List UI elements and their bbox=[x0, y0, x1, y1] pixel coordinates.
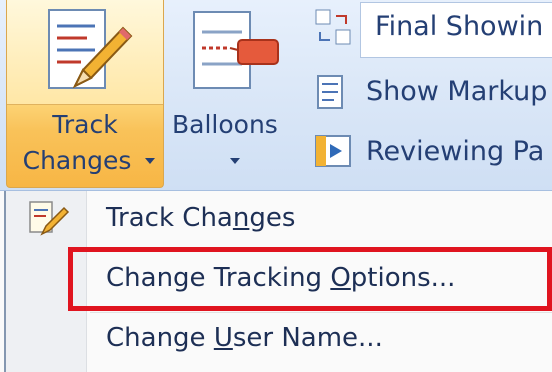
menu-separator bbox=[90, 312, 552, 313]
menu-item-text: ges bbox=[249, 203, 296, 233]
show-markup-button[interactable]: Show Markup bbox=[312, 70, 552, 116]
track-changes-button-top[interactable] bbox=[7, 0, 163, 105]
menu-item-text: ser Name... bbox=[232, 323, 383, 353]
balloons-icon bbox=[193, 11, 279, 89]
menu-item-change-user-name[interactable]: Change User Name... bbox=[106, 323, 383, 353]
track-changes-label-line2: Changes bbox=[22, 146, 132, 175]
highlight-box bbox=[68, 247, 552, 311]
chevron-down-icon[interactable] bbox=[145, 158, 155, 166]
balloons-label: Balloons bbox=[172, 110, 278, 139]
reviewing-pane-icon bbox=[315, 135, 351, 167]
menu-item-text: Change bbox=[106, 323, 214, 353]
track-changes-icon bbox=[29, 201, 70, 236]
access-key: n bbox=[232, 203, 250, 233]
track-changes-pencil-icon bbox=[48, 9, 133, 89]
final-showing-label: Final Showin bbox=[375, 11, 544, 42]
track-changes-label-line1: Track bbox=[52, 110, 118, 139]
menu-item-text: Track Cha bbox=[106, 203, 233, 233]
review-ribbon: Track Changes Balloons Final Showin Show… bbox=[0, 0, 552, 191]
balloons-button[interactable]: Balloons bbox=[170, 0, 300, 188]
reviewing-pane-label: Reviewing Pa bbox=[366, 136, 545, 167]
menu-item-track-changes[interactable]: Track Changes bbox=[106, 203, 295, 233]
display-for-review-dropdown[interactable]: Final Showin bbox=[360, 2, 552, 58]
chevron-down-icon[interactable] bbox=[230, 158, 240, 166]
show-markup-icon bbox=[317, 75, 343, 109]
access-key: U bbox=[213, 323, 233, 353]
show-markup-label: Show Markup bbox=[366, 76, 548, 107]
track-changes-button[interactable]: Track Changes bbox=[6, 0, 164, 188]
reviewing-pane-button[interactable]: Reviewing Pa bbox=[312, 130, 552, 176]
display-for-review-icon[interactable] bbox=[314, 8, 354, 48]
